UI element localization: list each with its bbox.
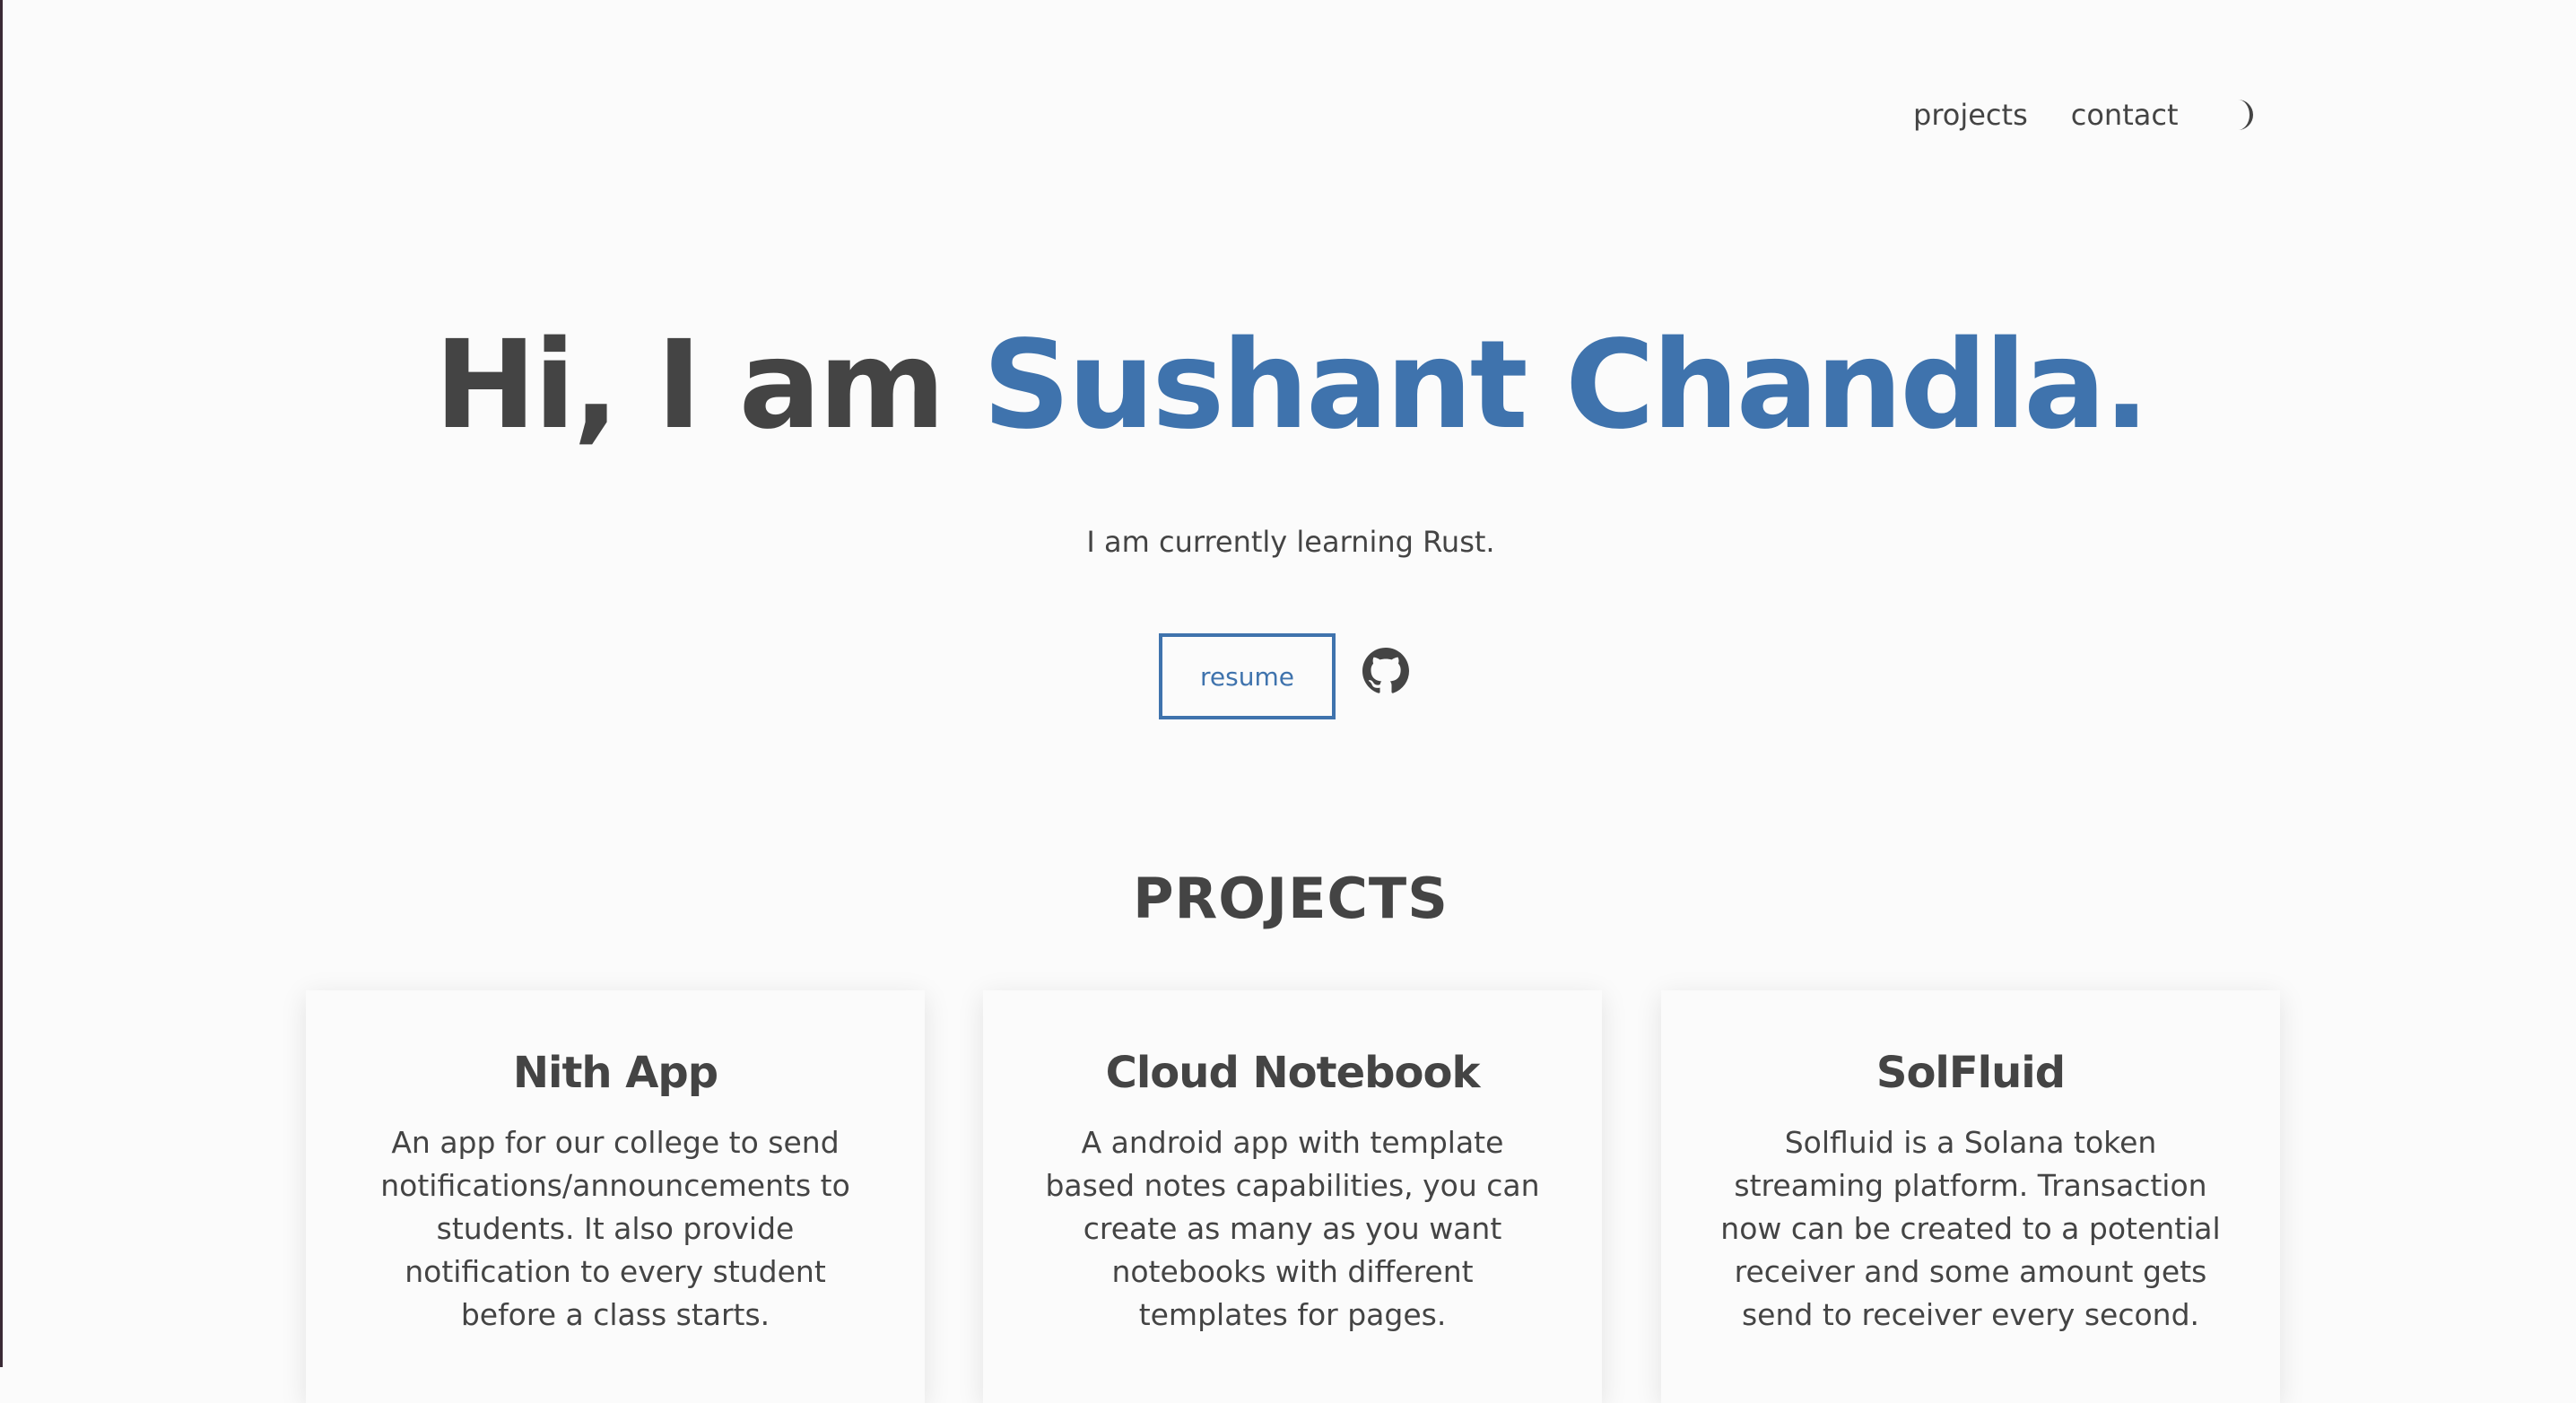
half-moon-icon <box>2238 100 2254 130</box>
nav-link-projects[interactable]: projects <box>1913 98 2028 132</box>
top-nav: projects contact <box>1913 90 2264 140</box>
project-card-solfluid[interactable]: SolFluid Solfluid is a Solana token stre… <box>1661 990 2280 1403</box>
project-title: Cloud Notebook <box>1105 1048 1481 1098</box>
project-description: A android app with template based notes … <box>1045 1125 1540 1332</box>
hero-name: Sushant Chandla. <box>982 315 2150 457</box>
project-title: Nith App <box>512 1048 718 1098</box>
projects-heading: PROJECTS <box>1133 866 1449 931</box>
project-card-nith-app[interactable]: Nith App An app for our college to send … <box>306 990 925 1403</box>
resume-button[interactable]: resume <box>1159 633 1336 719</box>
theme-toggle-button[interactable] <box>2224 95 2264 135</box>
project-card-cloud-notebook[interactable]: Cloud Notebook A android app with templa… <box>983 990 1602 1403</box>
hero-actions: resume <box>1159 633 1409 719</box>
github-icon[interactable] <box>1362 648 1409 694</box>
project-description: An app for our college to send notificat… <box>380 1125 850 1332</box>
project-description: Solfluid is a Solana token streaming pla… <box>1720 1125 2221 1332</box>
hero-title: Hi, I am Sushant Chandla. <box>3 318 2576 453</box>
hero-subtitle: I am currently learning Rust. <box>1086 525 1495 559</box>
hero-greeting: Hi, I am <box>434 315 983 457</box>
project-title: SolFluid <box>1875 1048 2066 1098</box>
nav-link-contact[interactable]: contact <box>2071 98 2179 132</box>
